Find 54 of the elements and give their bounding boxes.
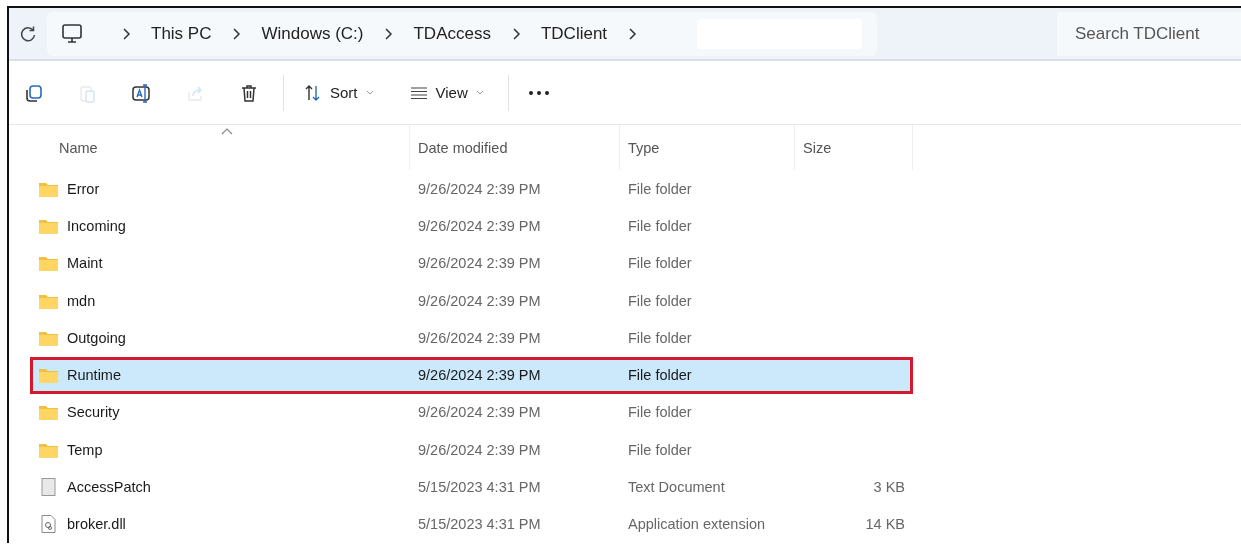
column-header[interactable]: Date modified	[410, 125, 620, 171]
date-cell-text: 5/15/2023 4:31 PM	[417, 516, 542, 533]
column-header[interactable]: Name	[30, 125, 410, 171]
view-button[interactable]: View	[403, 82, 490, 103]
file-row[interactable]: Error 9/26/2024 2:39 PM File folder	[30, 170, 913, 208]
file-row[interactable]: Incoming 9/26/2024 2:39 PM File folder	[30, 207, 913, 245]
type-cell-text: File folder	[627, 441, 693, 458]
file-row[interactable]: Outgoing 9/26/2024 2:39 PM File folder	[30, 319, 913, 357]
file-row[interactable]: Temp 9/26/2024 2:39 PM File folder	[30, 431, 913, 469]
file-row[interactable]: Maint 9/26/2024 2:39 PM File folder	[30, 244, 913, 282]
file-name: Incoming	[67, 217, 126, 234]
file-row[interactable]: Runtime 9/26/2024 2:39 PM File folder	[30, 356, 913, 394]
column-header[interactable]: Size	[795, 125, 913, 171]
type-cell-text: File folder	[627, 367, 693, 384]
file-name: Runtime	[67, 367, 121, 384]
size-cell-text: 3 KB	[872, 479, 906, 496]
date-cell-text: 9/26/2024 2:39 PM	[417, 329, 542, 346]
file-name: Temp	[67, 441, 103, 458]
file-name: Security	[67, 404, 120, 421]
breadcrumb[interactable]: Windows (C:)	[261, 23, 364, 44]
date-cell-text: 9/26/2024 2:39 PM	[417, 292, 542, 309]
type-cell-text: File folder	[627, 180, 693, 197]
date-cell-text: 9/26/2024 2:39 PM	[417, 441, 542, 458]
date-cell-text: 9/26/2024 2:39 PM	[417, 217, 542, 234]
type-cell-text: Application extension	[627, 516, 767, 533]
file-name: broker.dll	[67, 516, 126, 533]
date-cell-text: 9/26/2024 2:39 PM	[417, 180, 542, 197]
date-cell-text: 9/26/2024 2:39 PM	[417, 367, 542, 384]
date-cell-text: 9/26/2024 2:39 PM	[417, 404, 542, 421]
type-cell-text: File folder	[627, 329, 693, 346]
breadcrumb[interactable]: TDClient	[540, 23, 608, 44]
address-bar[interactable]: This PC Windows (C:) TDAccess TDClient	[47, 11, 877, 56]
type-cell-text: File folder	[627, 217, 693, 234]
breadcrumb[interactable]: This PC	[151, 23, 212, 44]
file-row[interactable]: Security 9/26/2024 2:39 PM File folder	[30, 393, 913, 432]
date-cell-text: 9/26/2024 2:39 PM	[417, 255, 542, 272]
file-name: Error	[67, 180, 100, 197]
search-field[interactable]: Search TDClient	[1057, 11, 1241, 56]
column-header[interactable]: Type	[620, 125, 795, 171]
file-name: Maint	[67, 255, 103, 272]
breadcrumb[interactable]: TDAccess	[413, 23, 491, 44]
type-cell-text: File folder	[627, 292, 693, 309]
type-cell-text: File folder	[627, 255, 693, 272]
sort-button[interactable]: Sort	[298, 82, 380, 103]
file-name: Outgoing	[67, 329, 126, 346]
type-cell-text: Text Document	[627, 479, 726, 496]
type-cell-text: File folder	[627, 404, 693, 421]
file-row[interactable]: broker.dll 5/15/2023 4:31 PM Application extension 14 KB	[30, 505, 913, 543]
file-name: mdn	[67, 292, 96, 309]
file-name: AccessPatch	[67, 479, 151, 496]
file-row[interactable]: AccessPatch 5/15/2023 4:31 PM Text Document 3 KB	[30, 468, 913, 506]
date-cell-text: 5/15/2023 4:31 PM	[417, 479, 542, 496]
file-row[interactable]: mdn 9/26/2024 2:39 PM File folder	[30, 281, 913, 320]
size-cell-text: 14 KB	[864, 516, 906, 533]
